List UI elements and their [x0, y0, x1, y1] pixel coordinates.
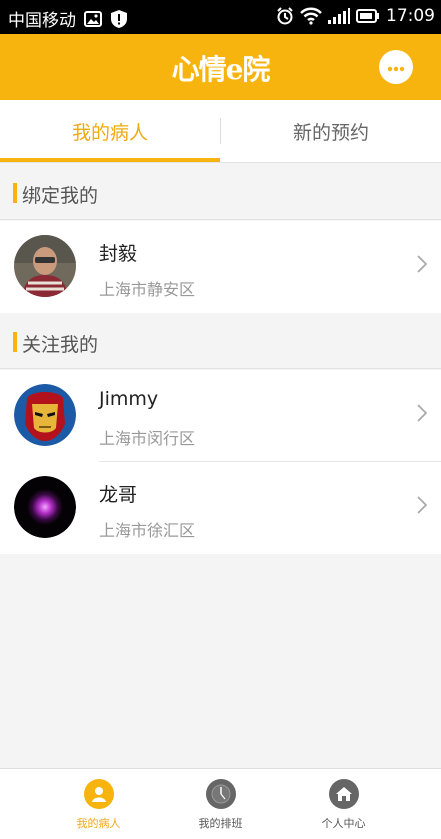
- status-time: 17:09: [386, 6, 435, 26]
- nav-profile[interactable]: 个人中心: [270, 779, 417, 831]
- section-header-following: 关注我的: [0, 313, 441, 369]
- person-icon: [83, 779, 114, 809]
- patient-name: 龙哥: [99, 484, 138, 506]
- nav-label: 我的病人: [76, 817, 121, 830]
- tab-my-patients[interactable]: 我的病人: [0, 100, 220, 162]
- patient-city: 上海市徐汇区: [99, 521, 196, 540]
- home-icon: [328, 779, 359, 809]
- image-icon: [84, 10, 102, 27]
- section-title: 绑定我的: [22, 185, 99, 207]
- tab-new-appointments[interactable]: 新的预约: [221, 100, 441, 162]
- alarm-icon: [276, 7, 294, 25]
- section-header-bound: 绑定我的: [0, 164, 441, 220]
- avatar: [14, 235, 76, 297]
- signal-icon: [328, 8, 350, 24]
- app-logo: 心情e院: [171, 53, 271, 86]
- clock-icon: [205, 779, 236, 809]
- patient-name: Jimmy: [99, 388, 159, 410]
- avatar: [14, 384, 76, 446]
- chat-bubble-icon: [386, 58, 406, 77]
- patient-row[interactable]: 封毅 上海市静安区: [0, 221, 441, 313]
- patient-city: 上海市闵行区: [99, 429, 196, 448]
- chevron-right-icon: [417, 496, 428, 518]
- patient-row[interactable]: 龙哥 上海市徐汇区: [0, 462, 441, 554]
- nav-label: 我的排班: [198, 817, 243, 830]
- bottom-navigation: 我的病人 我的排班 个人中心: [0, 768, 441, 839]
- patient-row[interactable]: Jimmy 上海市闵行区: [0, 370, 441, 462]
- app-header: 心情e院: [0, 34, 441, 100]
- avatar: [14, 476, 76, 538]
- shield-alert-icon: [110, 9, 128, 29]
- chevron-right-icon: [417, 255, 428, 277]
- chevron-right-icon: [417, 404, 428, 426]
- carrier-label: 中国移动: [8, 11, 76, 31]
- status-bar: 中国移动 17:09: [0, 0, 441, 34]
- tab-bar: 我的病人 新的预约: [0, 100, 441, 163]
- active-tab-indicator: [0, 158, 220, 162]
- patient-name: 封毅: [99, 243, 138, 265]
- wifi-icon: [300, 7, 322, 25]
- nav-label: 个人中心: [321, 817, 366, 830]
- chat-button[interactable]: [379, 50, 413, 84]
- section-accent-bar: [13, 332, 17, 352]
- section-title: 关注我的: [22, 334, 99, 356]
- patient-city: 上海市静安区: [99, 280, 196, 299]
- battery-icon: [356, 9, 380, 23]
- section-accent-bar: [13, 183, 17, 203]
